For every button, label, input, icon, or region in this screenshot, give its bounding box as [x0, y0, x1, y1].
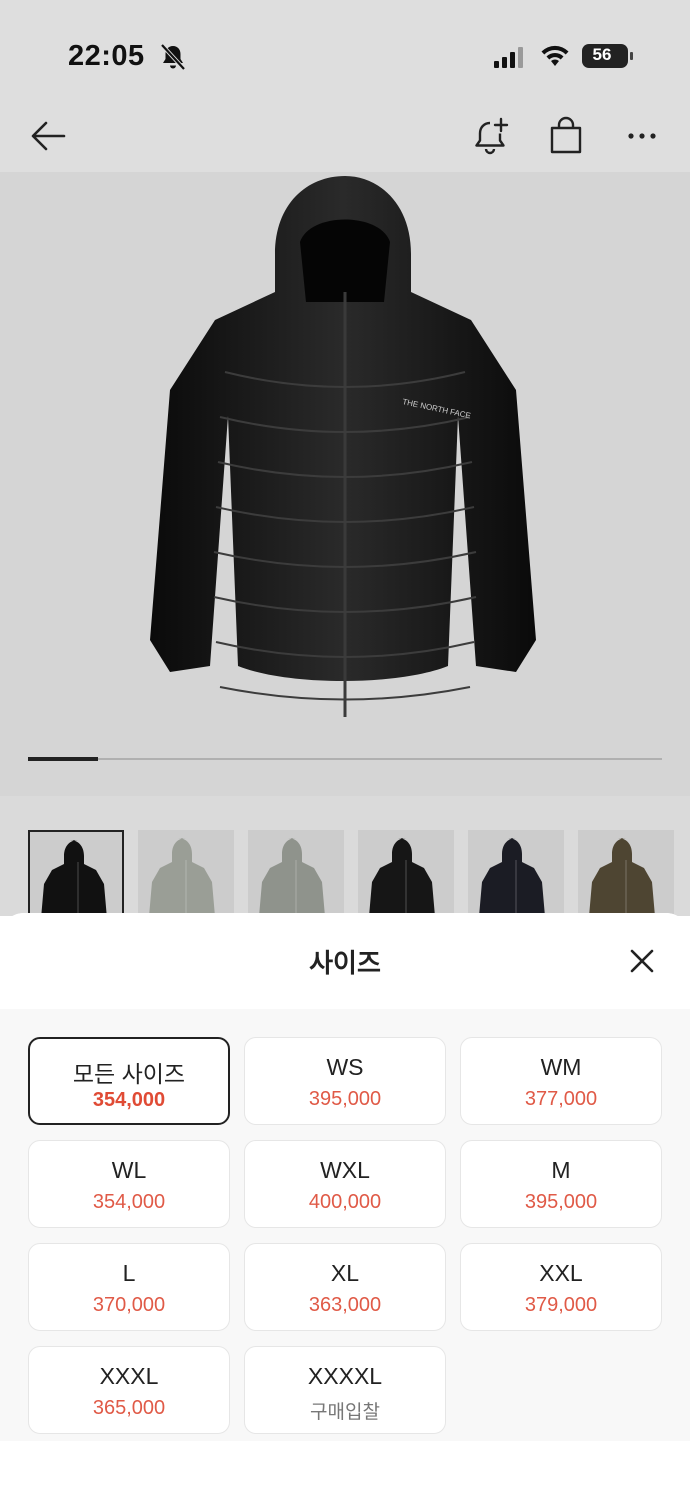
status-bar: 22:05 56	[0, 0, 690, 100]
battery-indicator: 56	[582, 44, 633, 68]
back-arrow-icon[interactable]	[26, 114, 70, 158]
size-option[interactable]: WM 377,000	[460, 1037, 662, 1125]
size-option-price: 395,000	[308, 1088, 382, 1110]
size-option[interactable]: WXL 400,000	[244, 1140, 446, 1228]
carousel-progress-track	[28, 758, 662, 760]
size-option-name: XXXL	[99, 1363, 159, 1389]
size-option[interactable]: WL 354,000	[28, 1140, 230, 1228]
size-option-price: 363,000	[308, 1294, 382, 1316]
size-option-name: WM	[540, 1054, 582, 1080]
size-option-name: WXL	[320, 1157, 370, 1183]
top-navigation	[0, 100, 690, 172]
size-option-price: 구매입찰	[310, 1402, 380, 1423]
size-option-price: 395,000	[524, 1191, 598, 1213]
size-option[interactable]: L 370,000	[28, 1243, 230, 1331]
color-thumbnail[interactable]	[468, 830, 564, 926]
size-option-price: 354,000	[92, 1191, 166, 1213]
size-option[interactable]: 모든 사이즈 354,000	[28, 1037, 230, 1125]
sheet-title: 사이즈	[309, 948, 381, 978]
close-icon[interactable]	[622, 941, 662, 981]
more-options-icon[interactable]	[620, 114, 664, 158]
bell-off-icon	[160, 43, 186, 71]
size-option-price: 365,000	[92, 1397, 166, 1419]
size-bottom-sheet: 사이즈 모든 사이즈 354,000 WS 395,000 WM 377,000 WL 354…	[0, 913, 690, 1500]
battery-level: 56	[592, 45, 612, 64]
color-thumbnail[interactable]	[358, 830, 454, 926]
size-option-name: XXL	[539, 1260, 583, 1286]
sheet-header: 사이즈	[0, 913, 690, 1009]
color-thumbnail[interactable]	[248, 830, 344, 926]
size-option-name: 모든 사이즈	[72, 1061, 186, 1087]
product-image-carousel[interactable]: THE NORTH FACE	[0, 172, 690, 796]
cellular-signal-icon	[494, 47, 523, 68]
size-option-name: WL	[111, 1157, 147, 1183]
size-option-price: 370,000	[92, 1294, 166, 1316]
battery-cap	[630, 52, 633, 60]
size-options-area: 모든 사이즈 354,000 WS 395,000 WM 377,000 WL 354,000…	[0, 1009, 690, 1441]
size-option-price: 379,000	[524, 1294, 598, 1316]
color-thumbnails	[0, 796, 690, 926]
size-option[interactable]: XXXL 365,000	[28, 1346, 230, 1434]
size-option[interactable]: XXXXL 구매입찰	[244, 1346, 446, 1434]
size-option-name: XL	[330, 1260, 360, 1286]
status-time: 22:05	[68, 40, 145, 72]
size-option-price: 377,000	[524, 1088, 598, 1110]
color-thumbnail[interactable]	[28, 830, 124, 926]
add-alarm-bell-icon[interactable]	[468, 114, 512, 158]
size-option-price: 354,000	[92, 1089, 166, 1111]
size-option[interactable]: XL 363,000	[244, 1243, 446, 1331]
wifi-icon	[541, 45, 569, 66]
color-thumbnail[interactable]	[578, 830, 674, 926]
product-image: THE NORTH FACE	[150, 176, 536, 717]
carousel-progress-fill	[28, 757, 98, 761]
sheet-footer	[0, 1441, 690, 1500]
shopping-bag-icon[interactable]	[544, 114, 588, 158]
color-thumbnail[interactable]	[138, 830, 234, 926]
size-option-name: XXXXL	[307, 1363, 383, 1389]
size-option-name: L	[122, 1260, 136, 1286]
size-option[interactable]: WS 395,000	[244, 1037, 446, 1125]
size-option-price: 400,000	[308, 1191, 382, 1213]
size-option-name: M	[551, 1157, 571, 1183]
size-option-name: WS	[326, 1054, 364, 1080]
size-option[interactable]: M 395,000	[460, 1140, 662, 1228]
size-option[interactable]: XXL 379,000	[460, 1243, 662, 1331]
